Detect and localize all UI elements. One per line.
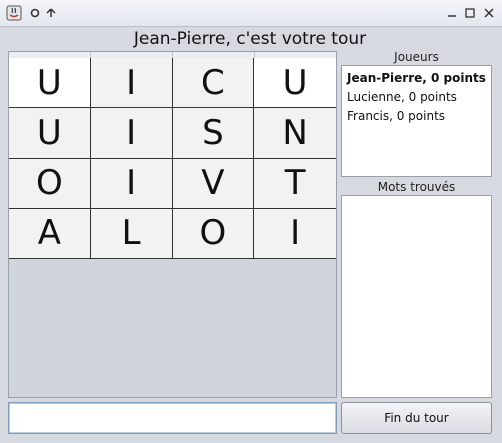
maximize-icon[interactable] [462, 5, 478, 21]
letter-cell[interactable]: U [9, 108, 91, 159]
java-app-icon[interactable] [6, 5, 22, 21]
letter-cell[interactable]: V [172, 158, 255, 209]
letter-cell[interactable]: I [90, 58, 173, 109]
circle-icon[interactable] [27, 5, 43, 21]
found-words-label: Mots trouvés [377, 180, 456, 194]
letter-cell[interactable]: I [90, 158, 173, 209]
minimize-icon[interactable] [444, 5, 460, 21]
letter-cell[interactable]: A [9, 208, 91, 259]
letter-cell[interactable]: O [9, 158, 91, 209]
letter-cell[interactable]: N [254, 108, 336, 159]
player-item[interactable]: Lucienne, 0 points [347, 88, 486, 107]
letter-board: U I C U U I S N O I V T A L O I [8, 51, 337, 398]
letter-cell[interactable]: L [90, 208, 173, 259]
players-label: Joueurs [394, 50, 439, 64]
players-list[interactable]: Jean-Pierre, 0 points Lucienne, 0 points… [341, 65, 492, 177]
close-icon[interactable] [481, 5, 497, 21]
player-item-current[interactable]: Jean-Pierre, 0 points [347, 69, 486, 88]
letter-cell[interactable]: O [172, 208, 255, 259]
letter-cell[interactable]: S [172, 108, 255, 159]
up-arrow-icon[interactable] [43, 5, 59, 21]
letter-cell[interactable]: T [254, 158, 336, 209]
letter-cell[interactable]: U [9, 58, 91, 109]
turn-heading: Jean-Pierre, c'est votre tour [133, 29, 367, 49]
player-item[interactable]: Francis, 0 points [347, 107, 486, 126]
end-turn-button[interactable]: Fin du tour [341, 402, 492, 434]
word-input[interactable] [8, 402, 337, 434]
letter-cell[interactable]: U [254, 58, 336, 109]
letter-cell[interactable]: C [172, 58, 255, 109]
letter-cell[interactable]: I [254, 208, 336, 259]
letter-grid: U I C U U I S N O I V T A L O I [9, 58, 336, 259]
title-bar [0, 0, 502, 27]
letter-cell[interactable]: I [90, 108, 173, 159]
found-words-list[interactable] [341, 195, 492, 398]
